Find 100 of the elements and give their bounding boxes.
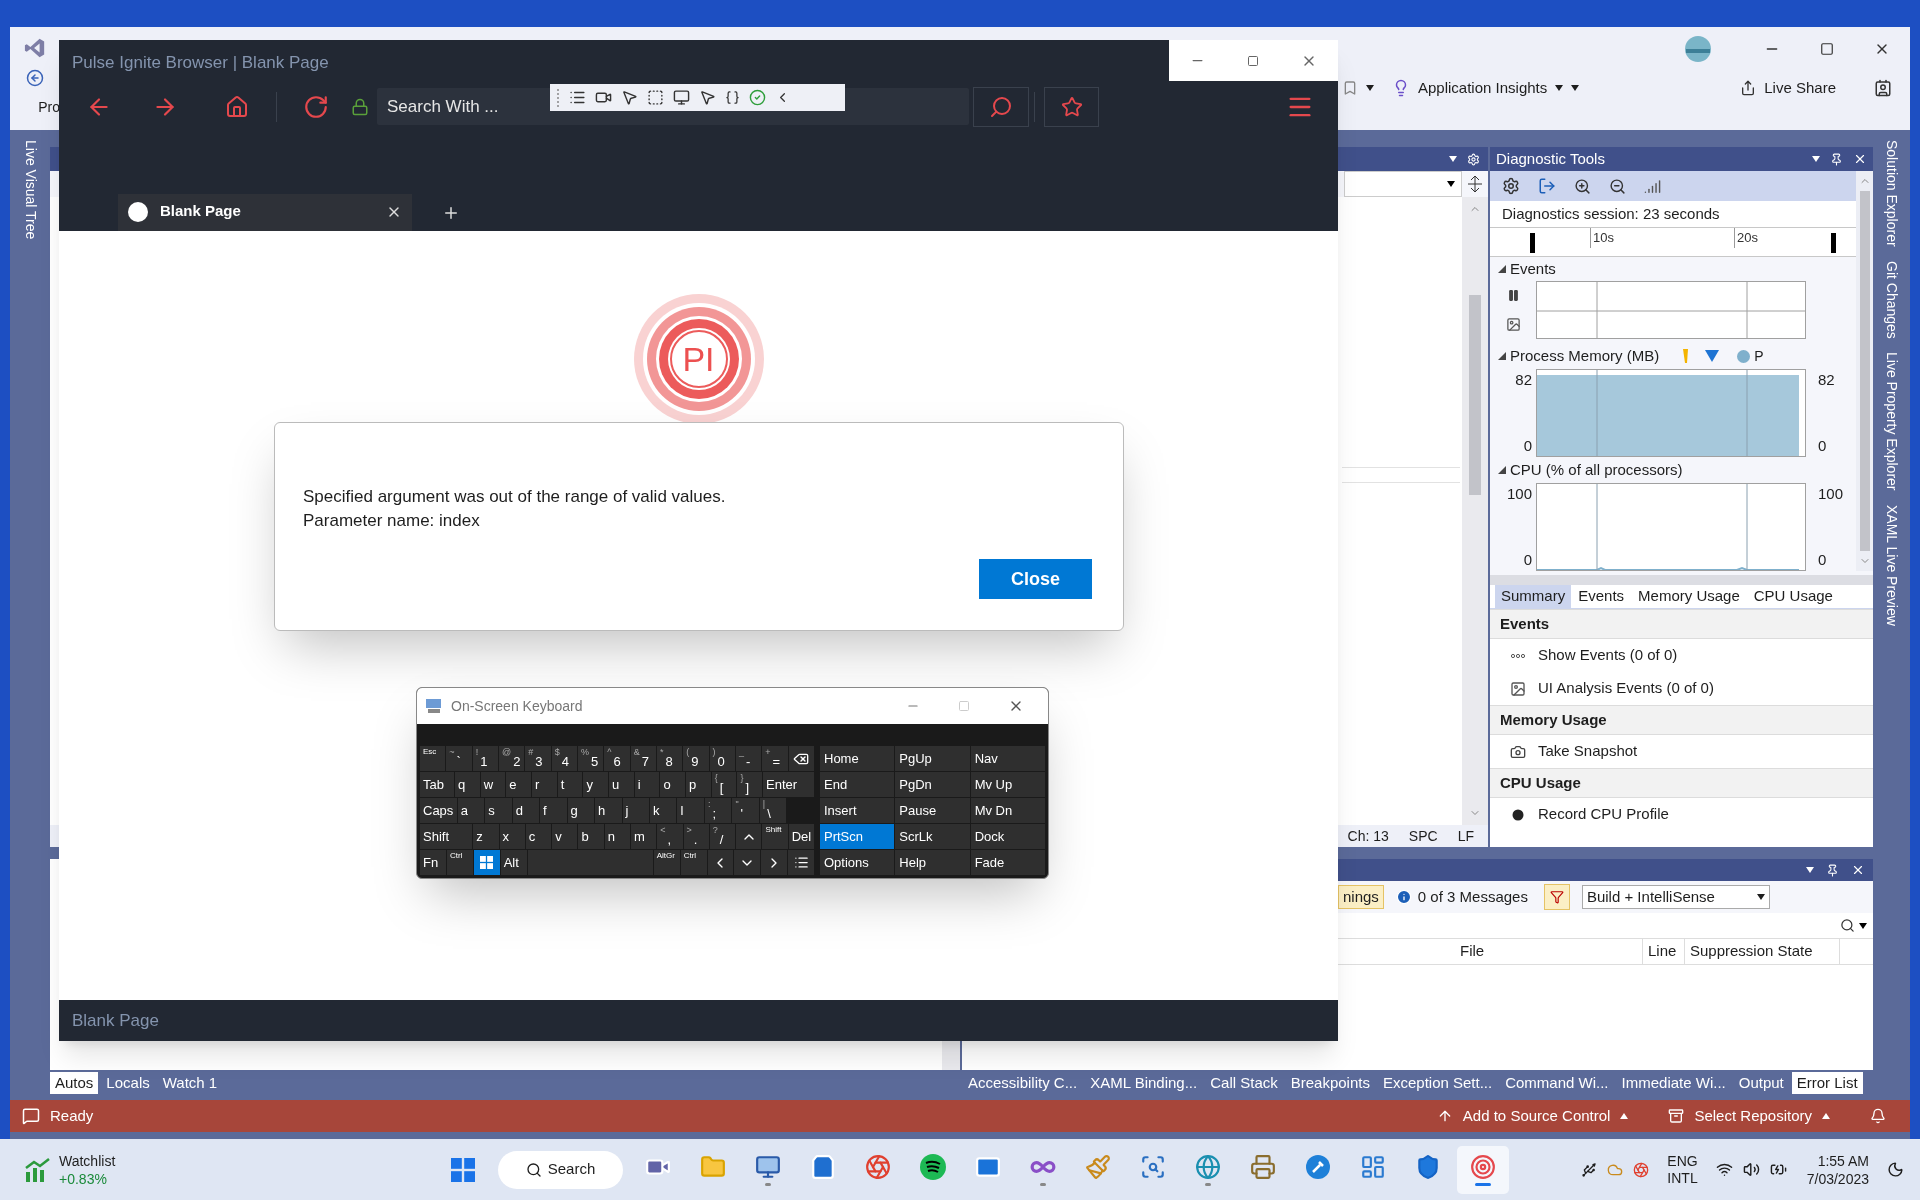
pin-icon[interactable] — [1826, 863, 1839, 877]
share-icon[interactable] — [1740, 80, 1757, 96]
keyboard-key[interactable]: ? / — [709, 824, 736, 849]
list-icon[interactable] — [569, 89, 586, 106]
volume-icon[interactable] — [1742, 1161, 1760, 1178]
keyboard-key[interactable]: Ctrl — [680, 850, 707, 875]
insights-button[interactable]: Application Insights — [1418, 76, 1548, 100]
side-tab[interactable]: Live Visual Tree — [19, 140, 41, 240]
range-marker[interactable] — [1831, 233, 1836, 253]
panel-tab[interactable]: Exception Sett... — [1377, 1072, 1498, 1094]
person-icon[interactable] — [1874, 79, 1892, 97]
keyboard-key[interactable]: Options — [820, 850, 895, 875]
keyboard-key[interactable]: Esc — [420, 746, 446, 771]
messages-button[interactable]: 0 of 3 Messages — [1395, 885, 1528, 909]
keyboard-key[interactable]: Insert — [820, 798, 895, 823]
keyboard-key[interactable]: } ] — [737, 772, 763, 797]
keyboard-key[interactable]: _ - — [735, 746, 762, 771]
maximize-icon[interactable] — [1820, 42, 1834, 56]
keyboard-key[interactable]: : ; — [704, 798, 732, 823]
tab[interactable]: Events — [1571, 585, 1632, 608]
keyboard-key[interactable]: End — [820, 772, 895, 797]
keyboard-key[interactable]: ) 0 — [709, 746, 735, 771]
close-button[interactable]: Close — [979, 559, 1092, 599]
language-label[interactable]: INTL — [1667, 1169, 1698, 1187]
keyboard-key[interactable]: Shift — [420, 824, 473, 849]
side-tab[interactable]: Git Changes — [1881, 260, 1902, 339]
action-link[interactable]: Take Snapshot — [1490, 735, 1873, 768]
keyboard-key[interactable]: y — [583, 772, 609, 797]
keyboard-key[interactable]: Mv Dn — [970, 798, 1045, 823]
keyboard-key[interactable]: Caps — [420, 798, 457, 823]
warnings-button[interactable]: nings — [1338, 885, 1384, 909]
pointer-icon[interactable] — [699, 89, 716, 106]
language-label[interactable]: ENG — [1667, 1152, 1698, 1170]
keyboard-key[interactable]: Home — [820, 746, 895, 771]
avatar-icon[interactable] — [1684, 35, 1712, 63]
favorite-button[interactable] — [1044, 86, 1099, 127]
clock-time[interactable]: 1:55 AM — [1817, 1151, 1869, 1170]
aperture-icon[interactable] — [1633, 1161, 1650, 1178]
panel-tab[interactable]: Command Wi... — [1500, 1072, 1614, 1094]
maximize-icon[interactable] — [1247, 54, 1259, 67]
live-share-button[interactable]: Live Share — [1764, 76, 1836, 100]
keyboard-key[interactable]: { [ — [711, 772, 737, 797]
keyboard-key[interactable]: $ 4 — [551, 746, 577, 771]
keyboard-key[interactable]: Fn — [420, 850, 446, 875]
repository-button[interactable]: Select Repository — [1668, 1104, 1830, 1128]
keyboard-key[interactable]: l — [677, 798, 704, 823]
source-control-button[interactable]: Add to Source Control — [1436, 1104, 1629, 1128]
side-tab[interactable]: Solution Explorer — [1881, 140, 1902, 247]
keyboard-key[interactable]: Pause — [895, 798, 970, 823]
keyboard-key[interactable]: Ctrl — [446, 850, 473, 875]
keyboard-key[interactable]: % 5 — [577, 746, 604, 771]
keyboard-key[interactable]: x — [499, 824, 525, 849]
braces-icon[interactable] — [725, 90, 740, 105]
keyboard-key[interactable]: Dock — [970, 824, 1045, 849]
panel-tab[interactable]: Error List — [1791, 1072, 1863, 1094]
keyboard-key[interactable]: i — [634, 772, 660, 797]
panel-tab[interactable]: Call Stack — [1205, 1072, 1283, 1094]
keyboard-key[interactable]: " ' — [732, 798, 759, 823]
panel-tab[interactable]: Watch 1 — [157, 1072, 223, 1094]
keyboard-key[interactable]: k — [650, 798, 677, 823]
panel-tab[interactable]: XAML Binding... — [1085, 1072, 1203, 1094]
keyboard-key[interactable]: Help — [895, 850, 970, 875]
keyboard-key[interactable] — [788, 850, 814, 875]
panel-tab[interactable]: Output — [1733, 1072, 1789, 1094]
keyboard-key[interactable]: < , — [657, 824, 683, 849]
keyboard-key[interactable]: p — [686, 772, 711, 797]
keyboard-key[interactable]: f — [540, 798, 567, 823]
stock-chart-icon[interactable] — [25, 1157, 51, 1182]
keyboard-key[interactable]: ! 1 — [472, 746, 498, 771]
keyboard-key[interactable]: b — [578, 824, 604, 849]
keyboard-key[interactable]: r — [532, 772, 557, 797]
side-tab[interactable]: XAML Live Preview — [1881, 504, 1902, 626]
search-button[interactable] — [973, 86, 1029, 127]
keyboard-key[interactable]: PgUp — [895, 746, 970, 771]
keyboard-key[interactable]: u — [609, 772, 634, 797]
keyboard-key[interactable]: | \ — [759, 798, 787, 823]
scroll-thumb[interactable] — [1859, 191, 1870, 551]
keyboard-key[interactable]: Del — [788, 824, 814, 849]
keyboard-key[interactable]: z — [473, 824, 499, 849]
home-icon[interactable] — [225, 94, 249, 119]
keyboard-key[interactable] — [788, 746, 814, 771]
keyboard-key[interactable]: n — [604, 824, 630, 849]
filter-button[interactable] — [1543, 884, 1570, 910]
panel-tab[interactable]: Locals — [101, 1072, 155, 1094]
zoom-out-icon[interactable] — [1609, 177, 1626, 195]
keyboard-key[interactable]: s — [485, 798, 512, 823]
panel-tab[interactable]: Autos — [50, 1072, 99, 1094]
keyboard-key[interactable]: c — [525, 824, 552, 849]
action-link[interactable]: Record CPU Profile — [1490, 798, 1873, 831]
close-icon[interactable] — [1851, 863, 1865, 877]
panel-tab[interactable]: Immediate Wi... — [1616, 1072, 1731, 1094]
keyboard-key[interactable]: PgDn — [895, 772, 970, 797]
bell-icon[interactable] — [1870, 1108, 1886, 1124]
keyboard-key[interactable]: a — [457, 798, 485, 823]
side-tab[interactable]: Live Property Explorer — [1881, 352, 1902, 491]
search-button[interactable]: Search — [498, 1150, 623, 1189]
keyboard-key[interactable]: Shift — [762, 824, 788, 849]
keyboard-key[interactable]: Alt — [500, 850, 527, 875]
keyboard-key[interactable]: m — [630, 824, 657, 849]
usb-icon[interactable] — [1581, 1161, 1598, 1178]
